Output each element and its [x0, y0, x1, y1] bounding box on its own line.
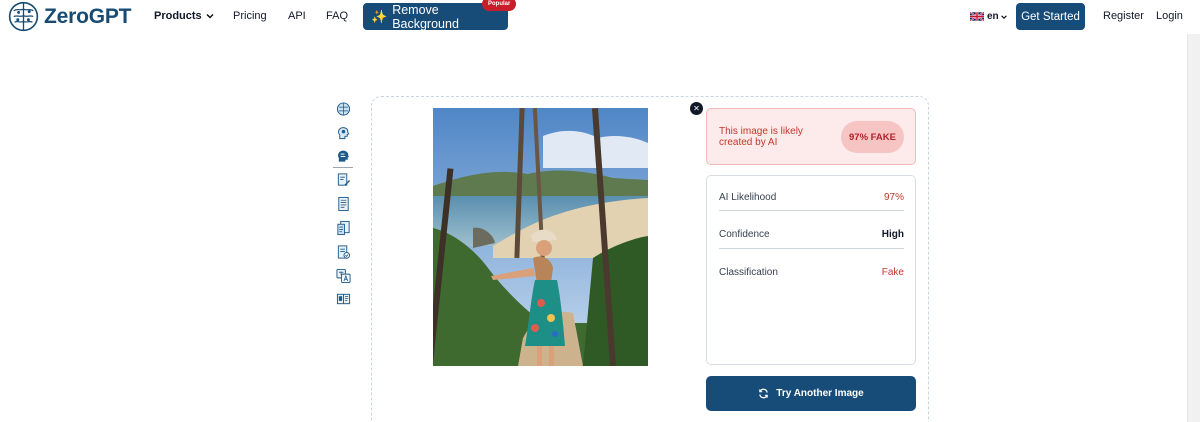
chevron-down-icon	[206, 13, 214, 19]
translate-icon	[335, 268, 351, 283]
row-value: Fake	[881, 266, 904, 278]
result-details-panel: AI Likelihood 97% Confidence High Classi…	[706, 175, 916, 365]
popular-badge: Popular	[482, 0, 517, 11]
language-code: en	[987, 11, 999, 22]
try-another-image-label: Try Another Image	[776, 388, 864, 399]
sparkle-icon: ✨	[371, 8, 388, 24]
tool-document-check[interactable]	[333, 241, 353, 263]
top-navbar: ZeroGPT Products Pricing API FAQ ✨ Remov…	[0, 0, 1200, 34]
brain-logo-icon	[8, 1, 39, 32]
book-icon	[336, 294, 350, 305]
tool-head[interactable]	[333, 122, 353, 144]
tool-document-edit[interactable]	[333, 169, 353, 191]
language-selector[interactable]: en	[970, 11, 1008, 22]
brand-logo[interactable]: ZeroGPT	[7, 1, 131, 32]
brand-name: ZeroGPT	[44, 4, 132, 28]
page-scrollbar[interactable]	[1187, 34, 1200, 422]
chevron-down-icon	[1000, 14, 1007, 19]
fake-percentage-badge: 97% FAKE	[841, 121, 904, 153]
row-label: Classification	[719, 266, 778, 278]
ai-face-icon	[337, 150, 349, 162]
tool-sidebar	[333, 98, 353, 312]
nav-api[interactable]: API	[288, 10, 306, 22]
nav-faq[interactable]: FAQ	[326, 10, 348, 22]
tool-book[interactable]	[333, 288, 353, 310]
verdict-text: This image is likely created by AI	[719, 126, 803, 148]
document-check-icon	[337, 245, 350, 259]
remove-image-button[interactable]: ✕	[690, 102, 703, 115]
document-lines-icon	[337, 197, 349, 212]
row-value: 97%	[883, 191, 904, 203]
row-classification: Classification Fake	[719, 261, 904, 283]
tool-brain[interactable]	[333, 98, 353, 120]
row-label: Confidence	[719, 228, 770, 240]
row-value: High	[881, 228, 904, 240]
get-started-button[interactable]: Get Started	[1016, 3, 1085, 30]
uploaded-image	[433, 108, 648, 366]
nav-pricing[interactable]: Pricing	[233, 10, 267, 22]
beach-photo-illustration	[433, 108, 648, 366]
uk-flag-icon	[970, 12, 984, 21]
document-compare-icon	[336, 220, 350, 236]
login-link[interactable]: Login	[1156, 10, 1183, 22]
nav-products-label: Products	[154, 10, 202, 22]
nav-products[interactable]: Products	[154, 10, 215, 22]
tool-ai-image[interactable]	[333, 146, 353, 168]
tool-document-compare[interactable]	[333, 217, 353, 239]
brain-circuit-icon	[336, 102, 350, 116]
try-another-image-button[interactable]: Try Another Image	[706, 376, 916, 411]
row-label: AI Likelihood	[719, 191, 777, 203]
refresh-icon	[759, 388, 769, 399]
tool-translate[interactable]	[333, 265, 353, 287]
document-edit-icon	[337, 173, 350, 187]
row-divider	[719, 248, 904, 249]
close-icon: ✕	[693, 103, 700, 113]
row-divider	[719, 210, 904, 211]
register-link[interactable]: Register	[1103, 10, 1144, 22]
row-ai-likelihood: AI Likelihood 97%	[719, 186, 904, 208]
ai-verdict-alert: This image is likely created by AI 97% F…	[706, 108, 916, 165]
tool-document-lines[interactable]	[333, 193, 353, 215]
head-profile-icon	[337, 126, 349, 139]
row-confidence: Confidence High	[719, 223, 904, 245]
